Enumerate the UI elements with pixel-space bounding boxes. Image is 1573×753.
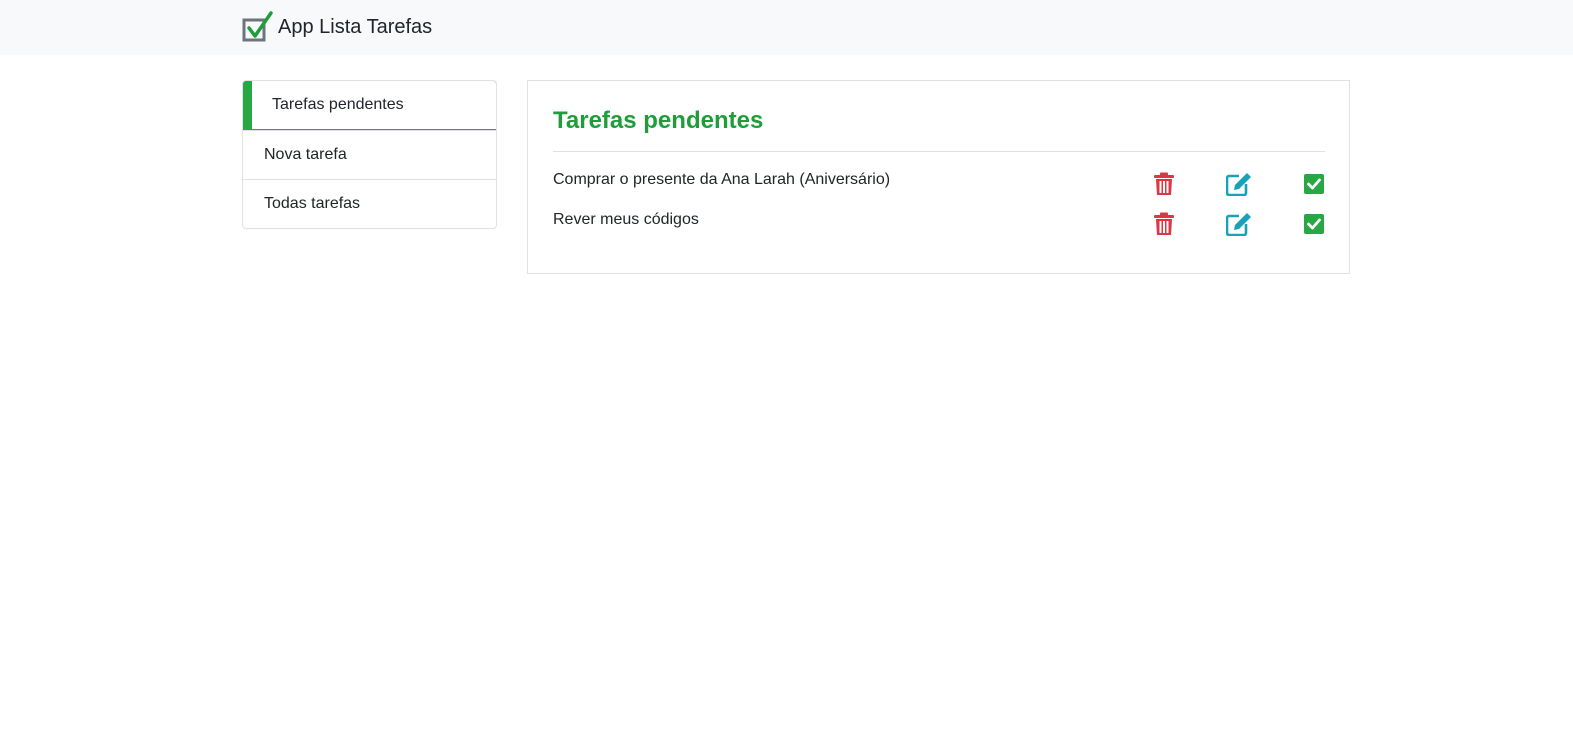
- task-text: Rever meus códigos: [553, 211, 699, 228]
- top-navbar: App Lista Tarefas: [0, 0, 1573, 55]
- task-row: Rever meus códigos: [553, 211, 1325, 241]
- divider: [553, 151, 1325, 152]
- trash-icon[interactable]: [1151, 171, 1177, 197]
- sidebar-menu: Tarefas pendentes Nova tarefa Todas tare…: [242, 80, 497, 229]
- sidebar-item-nova-tarefa[interactable]: Nova tarefa: [243, 130, 496, 179]
- sidebar-item-todas-tarefas[interactable]: Todas tarefas: [243, 179, 496, 228]
- check-square-icon[interactable]: [1301, 211, 1327, 237]
- brand-title: App Lista Tarefas: [278, 15, 433, 38]
- page-title: Tarefas pendentes: [553, 107, 764, 134]
- brand-link[interactable]: App Lista Tarefas: [242, 10, 432, 44]
- edit-icon[interactable]: [1226, 211, 1252, 237]
- pending-tasks-card: Tarefas pendentes Comprar o presente da …: [527, 80, 1350, 274]
- task-row: Comprar o presente da Ana Larah (Anivers…: [553, 171, 1325, 201]
- task-text: Comprar o presente da Ana Larah (Anivers…: [553, 171, 891, 188]
- edit-icon[interactable]: [1226, 171, 1252, 197]
- sidebar-item-tarefas-pendentes[interactable]: Tarefas pendentes: [243, 81, 496, 130]
- trash-icon[interactable]: [1151, 211, 1177, 237]
- checkbox-check-logo-icon: [242, 11, 273, 42]
- check-square-icon[interactable]: [1301, 171, 1327, 197]
